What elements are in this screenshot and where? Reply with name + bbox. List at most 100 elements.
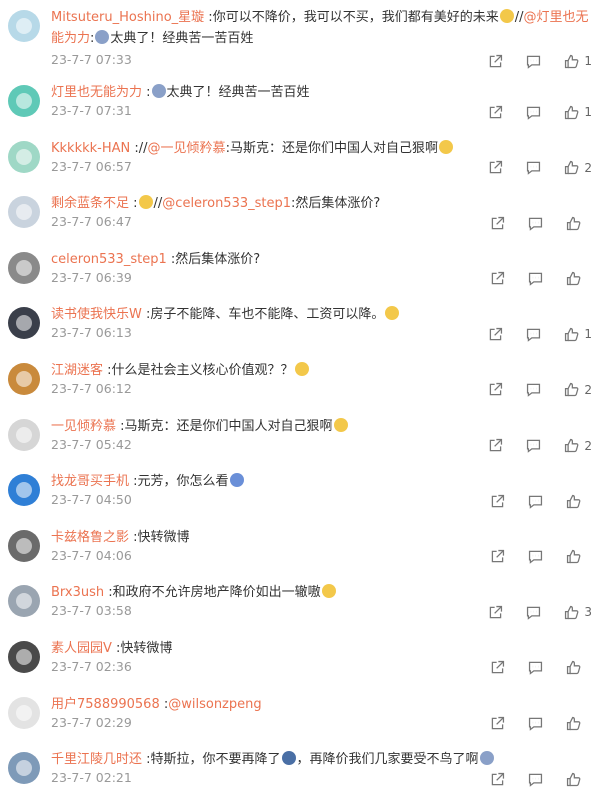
like-button[interactable]: 1: [561, 51, 592, 71]
comment-text: 马斯克：还是你们中国人对自己狠啊: [124, 418, 333, 434]
avatar[interactable]: [8, 418, 40, 451]
timestamp: 23-7-7 06:47: [51, 214, 132, 230]
comment-icon[interactable]: [523, 380, 543, 400]
share-icon[interactable]: [487, 769, 507, 789]
thumbs-up-icon: [561, 158, 581, 178]
avatar[interactable]: [8, 307, 40, 340]
comment-icon[interactable]: [523, 602, 543, 622]
comment-text: :然后集体涨价?: [291, 196, 381, 212]
comment-icon[interactable]: [525, 658, 545, 678]
comment-icon[interactable]: [523, 324, 543, 344]
like-button[interactable]: 1: [561, 324, 592, 344]
username-link[interactable]: 素人园园V: [51, 641, 112, 656]
share-icon[interactable]: [487, 269, 507, 289]
comment-icon[interactable]: [523, 436, 543, 456]
share-icon[interactable]: [487, 714, 507, 734]
like-button[interactable]: 1: [561, 102, 592, 122]
share-icon[interactable]: [487, 213, 507, 233]
username-link[interactable]: 剩余蓝条不足: [51, 196, 129, 211]
comment-actions: [469, 658, 592, 678]
username-link[interactable]: Mitsuteru_Hoshino_星璇: [51, 10, 204, 25]
like-button[interactable]: [563, 714, 592, 734]
separator: :: [204, 10, 213, 25]
emoji-icon: [138, 195, 153, 210]
comment-icon[interactable]: [523, 51, 543, 71]
avatar[interactable]: [8, 752, 40, 785]
comment-icon[interactable]: [525, 491, 545, 511]
share-icon[interactable]: [485, 102, 505, 122]
comment-icon[interactable]: [525, 547, 545, 567]
comment-body: 素人园园V :快转微博: [51, 638, 592, 659]
comment-icon[interactable]: [523, 158, 543, 178]
avatar-image: [16, 18, 32, 34]
like-button[interactable]: 2: [561, 158, 592, 178]
comment-body: 一见倾矜慕 :马斯克：还是你们中国人对自己狠啊: [51, 416, 592, 437]
share-icon[interactable]: [485, 602, 505, 622]
avatar[interactable]: [8, 640, 40, 673]
timestamp: 23-7-7 02:36: [51, 658, 132, 674]
like-button[interactable]: [563, 769, 592, 789]
like-button[interactable]: 3: [561, 602, 592, 622]
like-button[interactable]: [563, 658, 592, 678]
username-link[interactable]: 千里江陵几时还: [51, 752, 142, 767]
avatar-image: [16, 259, 32, 276]
avatar[interactable]: [8, 251, 40, 284]
like-count: 2: [584, 382, 592, 397]
username-link[interactable]: 找龙哥买手机: [51, 474, 129, 489]
avatar[interactable]: [8, 140, 40, 173]
avatar-image: [16, 93, 32, 109]
comment-text: 快转微博: [120, 640, 173, 656]
like-button[interactable]: 2: [561, 436, 592, 456]
like-button[interactable]: [563, 269, 592, 289]
share-icon[interactable]: [485, 380, 505, 400]
comment-text: ，再降价我们几家要受不鸟了啊: [296, 752, 479, 768]
comment-icon[interactable]: [525, 769, 545, 789]
mention-link[interactable]: @celeron533_step1: [162, 196, 291, 211]
comment-icon[interactable]: [525, 213, 545, 233]
comment-list: Mitsuteru_Hoshino_星璇 :你可以不降价，我可以不买，我们都有美…: [0, 0, 600, 798]
comment-body: celeron533_step1 :然后集体涨价?: [51, 249, 592, 270]
share-icon[interactable]: [487, 547, 507, 567]
like-count: 2: [584, 438, 592, 453]
thumbs-up-icon: [561, 436, 581, 456]
comment-icon[interactable]: [525, 269, 545, 289]
comment-icon[interactable]: [525, 714, 545, 734]
avatar-image: [16, 426, 32, 443]
username-link[interactable]: 卡兹格鲁之影: [51, 530, 129, 545]
share-icon[interactable]: [487, 658, 507, 678]
like-button[interactable]: [563, 547, 592, 567]
username-link[interactable]: Brx3ush: [51, 585, 104, 600]
username-link[interactable]: 用户7588990568: [51, 697, 160, 712]
share-icon[interactable]: [485, 158, 505, 178]
avatar[interactable]: [8, 10, 40, 42]
emoji-icon: [333, 417, 348, 432]
emoji-icon: [281, 751, 296, 766]
avatar[interactable]: [8, 696, 40, 729]
username-link[interactable]: 一见倾矜慕: [51, 419, 116, 434]
mention-link[interactable]: @一见倾矜慕: [148, 141, 226, 156]
comment-text: 和政府不允许房地产降价如出一辙嗷: [112, 585, 321, 601]
username-link[interactable]: 江湖迷客: [51, 363, 103, 378]
share-icon[interactable]: [485, 51, 505, 71]
mention-link[interactable]: @wilsonzpeng: [168, 697, 261, 712]
avatar[interactable]: [8, 585, 40, 618]
avatar[interactable]: [8, 196, 40, 229]
avatar[interactable]: [8, 474, 40, 507]
comment-icon[interactable]: [523, 102, 543, 122]
like-button[interactable]: [563, 213, 592, 233]
share-icon[interactable]: [485, 324, 505, 344]
username-link[interactable]: 读书使我快乐W: [51, 307, 142, 322]
avatar[interactable]: [8, 529, 40, 562]
avatar[interactable]: [8, 85, 40, 117]
username-link[interactable]: 灯里也无能为力: [51, 85, 142, 100]
username-link[interactable]: Kkkkkk-HAN: [51, 141, 130, 156]
avatar[interactable]: [8, 362, 40, 395]
like-button[interactable]: 2: [561, 380, 592, 400]
username-link[interactable]: celeron533_step1: [51, 252, 167, 267]
comment-text: 你可以不降价，我可以不买，我们都有美好的未来: [212, 10, 499, 25]
like-button[interactable]: [563, 491, 592, 511]
comment-text: 元芳，你怎么看: [137, 474, 229, 490]
comment-body: 灯里也无能为力 : 太典了！经典苦一苦百姓: [51, 82, 592, 103]
share-icon[interactable]: [485, 436, 505, 456]
share-icon[interactable]: [487, 491, 507, 511]
